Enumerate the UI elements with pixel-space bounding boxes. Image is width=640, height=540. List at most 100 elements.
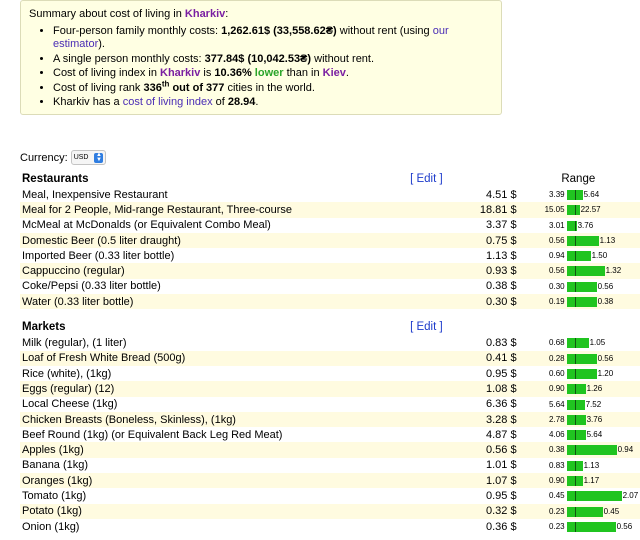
item-price: 0.93 $	[442, 263, 517, 279]
range-low: 0.38	[549, 445, 565, 455]
range-cell: 0.23 0.45	[516, 503, 640, 519]
family-cost-item: Four-person family monthly costs: 1,262.…	[53, 25, 493, 51]
range-low: 0.94	[549, 251, 565, 261]
range-cell: 0.94 1.50	[517, 248, 640, 263]
summary-title-suffix: :	[225, 8, 229, 20]
range-high: 0.45	[603, 506, 620, 516]
section-title: Markets	[22, 321, 66, 334]
range-marker	[574, 476, 576, 487]
table-row: Tomato (1kg) 0.95 $ 0.45 2.07	[20, 488, 640, 503]
edit-cell	[369, 263, 443, 279]
item-price: 18.81 $	[442, 202, 517, 218]
range-high: 1.13	[583, 460, 600, 470]
range-cell: 3.39 5.64	[517, 187, 640, 202]
range-marker	[574, 445, 576, 456]
edit-cell	[369, 397, 442, 412]
range-bar: 0.60 1.20	[517, 368, 640, 379]
range-low: 5.64	[549, 399, 565, 409]
range-marker	[574, 251, 576, 262]
edit-cell	[369, 218, 442, 233]
range-marker	[574, 506, 576, 517]
range-marker	[574, 491, 576, 502]
edit-cell	[369, 279, 442, 294]
prices-table: Restaurants [ Edit ] Range Meal, Inexpensiv…	[20, 171, 640, 534]
range-fill	[566, 353, 597, 364]
rank-label: Cost of living rank	[53, 81, 144, 94]
range-low: 0.23	[549, 506, 565, 516]
item-name: Meal for 2 People, Mid-range Restaurant,…	[20, 202, 370, 218]
index-value: 10.36%	[214, 67, 252, 79]
range-bar: 0.19 0.38	[517, 297, 640, 308]
summary-title-text: Summary about cost of living in	[29, 8, 185, 20]
edit-cell	[369, 187, 442, 202]
item-price: 0.41 $	[442, 350, 517, 366]
range-high: 1.05	[589, 338, 606, 348]
range-marker	[574, 205, 576, 216]
range-bar: 0.90 1.26	[517, 384, 640, 395]
range-low: 0.56	[549, 235, 565, 245]
range-high: 1.26	[586, 384, 603, 394]
currency-label: Currency:	[20, 151, 68, 164]
range-fill	[566, 338, 589, 349]
table-row: Beef Round (1kg) (or Equivalent Back Leg…	[20, 427, 640, 442]
edit-cell	[369, 381, 443, 397]
rank-value-group: 336th out of 377	[143, 79, 225, 94]
item-name: Meal, Inexpensive Restaurant	[22, 188, 168, 201]
range-marker	[574, 384, 576, 395]
item-name: McMeal at McDonalds (or Equivalent Combo…	[22, 219, 271, 232]
single-cost-suffix: without rent.	[311, 52, 375, 65]
summary-title: Summary about cost of living in Kharkiv:	[29, 8, 493, 21]
item-name: Local Cheese (1kg)	[22, 398, 118, 411]
range-bar: 0.83 1.13	[517, 460, 640, 471]
family-cost-value: 1,262.61$ (33,558.62₴)	[221, 25, 337, 37]
range-fill	[566, 384, 586, 395]
range-low: 0.83	[549, 460, 565, 470]
range-bar: 0.30 0.56	[517, 281, 640, 292]
item-price: 1.07 $	[442, 473, 517, 489]
item-name: Cappuccino (regular)	[20, 263, 370, 279]
table-row: Rice (white), (1kg) 0.95 $ 0.60 1.20	[20, 366, 640, 381]
range-fill	[566, 297, 597, 308]
item-price: 0.83 $	[486, 337, 517, 350]
range-cell: 2.78 3.76	[516, 411, 640, 428]
edit-cell	[369, 248, 442, 263]
chevron-updown-icon: ▲ ▼	[94, 151, 104, 163]
edit-link[interactable]: [ Edit ]	[369, 171, 443, 187]
currency-value: USD	[73, 154, 89, 161]
range-high: 1.13	[599, 235, 616, 245]
summary-list: Four-person family monthly costs: 1,262.…	[29, 25, 493, 109]
edit-link[interactable]: [ Edit ]	[369, 319, 443, 335]
rank-item: Cost of living rank 336th out of 377 cit…	[53, 79, 493, 95]
range-cell: 0.60 1.20	[517, 366, 640, 381]
range-header	[517, 319, 640, 335]
range-fill	[566, 205, 580, 216]
index-label: Cost of living index in	[53, 67, 160, 79]
col-index-link[interactable]: cost of living index	[123, 96, 213, 108]
range-cell: 0.83 1.13	[517, 458, 640, 473]
range-marker	[574, 190, 576, 200]
range-cell: 0.45 2.07	[517, 488, 640, 503]
item-price: 0.95 $	[486, 367, 517, 380]
range-marker	[574, 414, 576, 425]
price-header	[443, 319, 517, 335]
single-cost-item: A single person monthly costs: 377.84$ (…	[53, 53, 493, 66]
currency-select[interactable]: USD ▲ ▼	[70, 150, 107, 165]
table-row: Local Cheese (1kg) 6.36 $ 5.64 7.52	[20, 397, 640, 412]
range-cell: 0.19 0.38	[516, 294, 640, 310]
rank-of: out of 377	[169, 81, 225, 94]
item-price: 4.51 $	[486, 188, 517, 201]
range-high: 3.76	[586, 414, 603, 424]
index-end: .	[345, 67, 349, 79]
range-cell: 0.38 0.94	[516, 442, 640, 458]
table-row: Milk (regular), (1 liter) 0.83 $ 0.68 1.05	[20, 335, 640, 350]
range-marker	[574, 399, 576, 410]
range-high: 0.38	[597, 297, 614, 307]
item-name: Eggs (regular) (12)	[20, 381, 370, 397]
range-fill	[566, 430, 586, 441]
edit-cell	[369, 458, 442, 473]
table-row: Meal, Inexpensive Restaurant 4.51 $ 3.39 5.…	[20, 187, 640, 202]
range-bar: 0.38 0.94	[517, 445, 640, 456]
range-high: 0.94	[617, 445, 634, 455]
table-row: Cappuccino (regular) 0.93 $ 0.56 1.32	[20, 263, 640, 279]
range-cell: 0.30 0.56	[517, 279, 640, 294]
